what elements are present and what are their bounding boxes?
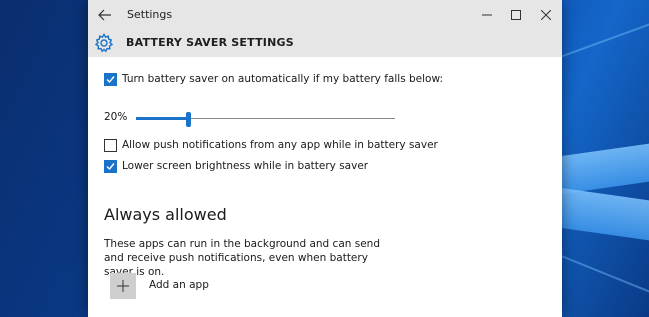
wallpaper-ray: [549, 19, 649, 62]
wallpaper-logo-pane-bottom: [559, 187, 649, 241]
close-button[interactable]: [535, 5, 557, 25]
page-header: BATTERY SAVER SETTINGS: [88, 31, 562, 57]
page-title: BATTERY SAVER SETTINGS: [126, 36, 294, 49]
settings-window: Settings BATTERY SAVER SETTINGS Turn bat…: [88, 0, 562, 317]
add-app-label[interactable]: Add an app: [149, 279, 209, 291]
checkmark-icon: [106, 76, 115, 84]
always-allowed-heading: Always allowed: [104, 205, 227, 224]
push-notifications-checkbox[interactable]: [104, 139, 117, 152]
maximize-icon: [511, 10, 521, 20]
plus-icon: [117, 280, 129, 292]
add-app-button[interactable]: [110, 273, 136, 299]
lower-brightness-label: Lower screen brightness while in battery…: [122, 160, 369, 172]
threshold-slider-thumb[interactable]: [186, 112, 191, 127]
lower-brightness-checkbox[interactable]: [104, 160, 117, 173]
threshold-slider-fill: [136, 117, 188, 120]
threshold-slider[interactable]: [136, 112, 395, 127]
close-icon: [541, 10, 551, 20]
threshold-value: 20%: [104, 111, 128, 123]
gear-icon: [94, 33, 114, 53]
push-notifications-label: Allow push notifications from any app wh…: [122, 139, 438, 151]
back-arrow-icon: [98, 9, 111, 21]
checkmark-icon: [106, 163, 115, 171]
always-allowed-description: These apps can run in the background and…: [104, 238, 380, 278]
minimize-icon: [482, 14, 492, 16]
wallpaper-logo-pane-top: [559, 143, 649, 195]
auto-battery-saver-label: Turn battery saver on automatically if m…: [122, 73, 444, 85]
maximize-button[interactable]: [505, 5, 527, 25]
wallpaper-ray: [549, 250, 649, 297]
back-button[interactable]: [95, 5, 115, 25]
auto-battery-saver-checkbox[interactable]: [104, 73, 117, 86]
minimize-button[interactable]: [476, 5, 498, 25]
title-bar: Settings: [88, 0, 562, 31]
window-title: Settings: [127, 8, 173, 21]
desktop-wallpaper: [549, 0, 649, 317]
